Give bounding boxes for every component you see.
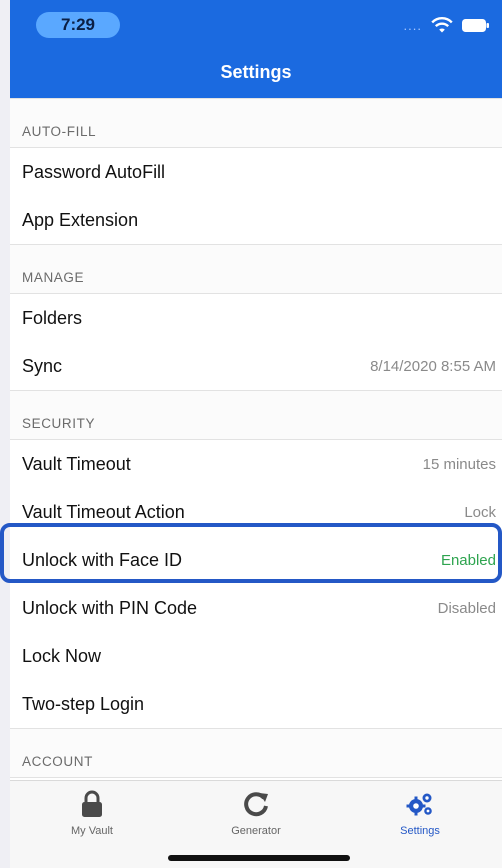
page-title: Settings — [220, 62, 292, 82]
phone-screen: 7:29 .... Settings AUTO-FILL Password Au… — [0, 0, 502, 868]
battery-icon — [462, 18, 489, 32]
status-time: 7:29 — [36, 12, 120, 38]
refresh-icon — [244, 792, 268, 817]
section-header-account: ACCOUNT — [10, 728, 502, 778]
row-label: Folders — [22, 307, 83, 328]
signal-icon: .... — [403, 17, 422, 33]
tab-label: My Vault — [71, 825, 113, 837]
pin-status: Disabled — [437, 599, 496, 617]
vault-timeout-action-value: Lock — [464, 503, 496, 521]
tab-my-vault[interactable]: My Vault — [10, 781, 174, 868]
sync-timestamp: 8/14/2020 8:55 AM — [370, 357, 496, 375]
row-folders[interactable]: Folders — [10, 294, 502, 342]
section-header-manage: MANAGE — [10, 244, 502, 294]
row-app-extension[interactable]: App Extension — [10, 196, 502, 244]
tab-settings[interactable]: Settings — [338, 781, 502, 868]
tab-label: Settings — [400, 825, 440, 837]
section-header-autofill: AUTO-FILL — [10, 98, 502, 148]
row-label: Two-step Login — [22, 693, 145, 714]
row-two-step-login[interactable]: Two-step Login — [10, 680, 502, 728]
row-label: Lock Now — [22, 645, 102, 666]
row-unlock-pin[interactable]: Unlock with PIN Code Disabled — [10, 584, 502, 632]
tab-label: Generator — [231, 825, 281, 837]
row-sync[interactable]: Sync 8/14/2020 8:55 AM — [10, 342, 502, 390]
row-label: Vault Timeout Action — [22, 501, 185, 522]
row-label: Sync — [22, 355, 63, 376]
vault-timeout-value: 15 minutes — [422, 455, 496, 473]
row-unlock-face-id[interactable]: Unlock with Face ID Enabled — [10, 536, 502, 584]
home-indicator — [168, 855, 350, 861]
header-bar: 7:29 .... Settings — [10, 0, 502, 98]
row-vault-timeout-action[interactable]: Vault Timeout Action Lock — [10, 488, 502, 536]
settings-list[interactable]: AUTO-FILL Password AutoFill App Extensio… — [10, 98, 502, 780]
row-label: Vault Timeout — [22, 453, 131, 474]
row-label: App Extension — [22, 209, 139, 230]
face-id-status: Enabled — [440, 551, 496, 569]
row-label: Unlock with PIN Code — [22, 597, 198, 618]
section-header-security: SECURITY — [10, 390, 502, 440]
status-icons: .... — [404, 16, 490, 34]
row-vault-timeout[interactable]: Vault Timeout 15 minutes — [10, 440, 502, 488]
row-label: Password AutoFill — [22, 161, 166, 182]
gears-icon — [406, 793, 432, 816]
row-label: Unlock with Face ID — [22, 549, 183, 570]
row-password-autofill[interactable]: Password AutoFill — [10, 148, 502, 196]
wifi-icon — [431, 17, 453, 33]
lock-icon — [82, 790, 102, 817]
row-lock-now[interactable]: Lock Now — [10, 632, 502, 680]
